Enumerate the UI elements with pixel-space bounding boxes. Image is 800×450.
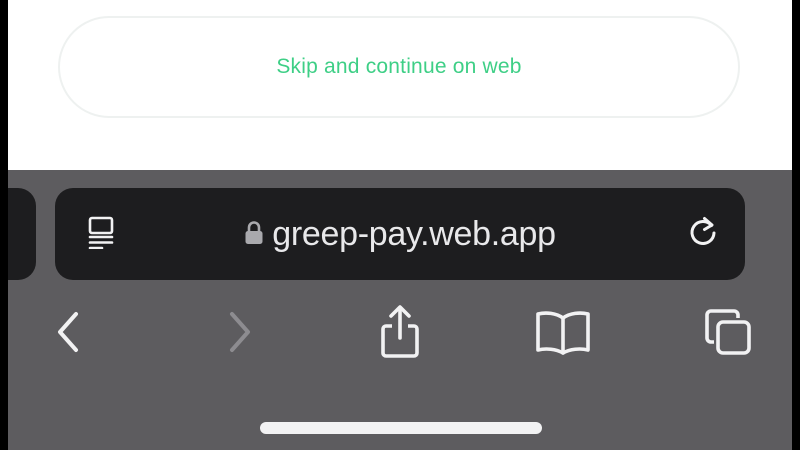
share-button[interactable]: [372, 302, 428, 366]
previous-tab-edge[interactable]: [8, 188, 36, 280]
bookmarks-button[interactable]: [535, 302, 591, 366]
back-button[interactable]: [41, 302, 97, 366]
reader-mode-icon: [86, 215, 120, 254]
tabs-icon: [702, 306, 754, 363]
skip-continue-web-label: Skip and continue on web: [276, 55, 522, 78]
chevron-right-icon: [224, 310, 254, 359]
home-indicator[interactable]: [260, 422, 542, 434]
reader-mode-button[interactable]: [83, 214, 123, 254]
tabs-button[interactable]: [700, 302, 756, 366]
book-icon: [534, 309, 592, 360]
forward-button[interactable]: [211, 302, 267, 366]
browser-chrome: greep-pay.web.app: [8, 170, 792, 450]
chevron-left-icon: [54, 310, 84, 359]
web-content: Skip and continue on web: [8, 0, 792, 170]
phone-screen: Skip and continue on web greep-pay.web.a…: [8, 0, 792, 450]
url-field[interactable]: greep-pay.web.app: [244, 214, 556, 254]
lock-icon: [244, 220, 264, 246]
reload-icon: [685, 214, 721, 255]
skip-continue-web-button[interactable]: Skip and continue on web: [58, 16, 740, 118]
url-text: greep-pay.web.app: [272, 214, 556, 253]
address-bar[interactable]: greep-pay.web.app: [55, 188, 745, 280]
reload-button[interactable]: [683, 214, 723, 254]
share-icon: [376, 304, 424, 365]
